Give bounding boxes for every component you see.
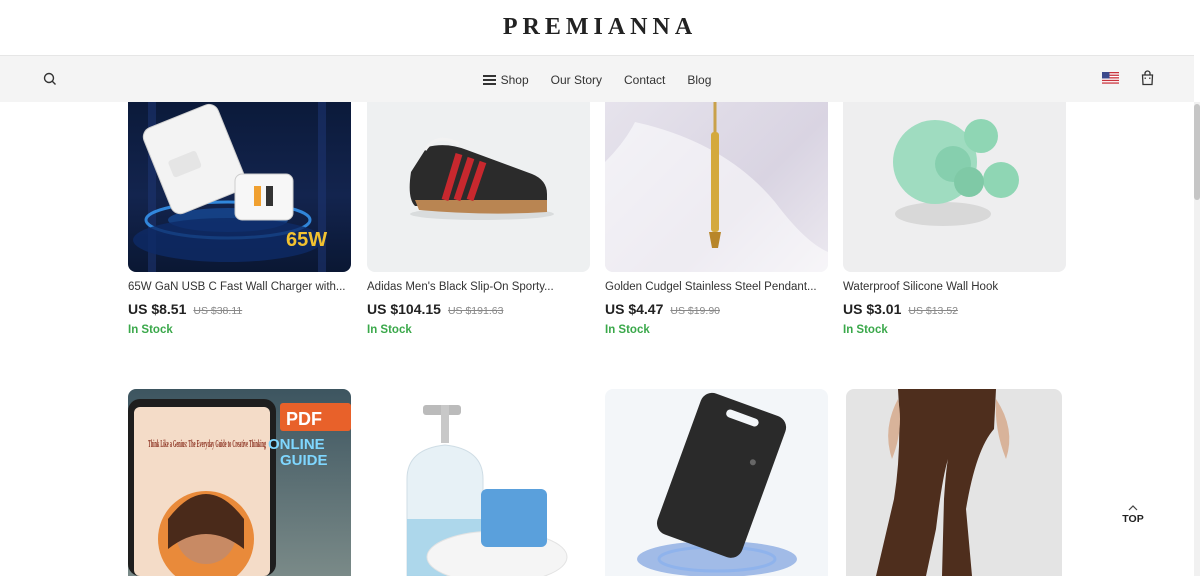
product-name[interactable]: Adidas Men's Black Slip-On Sporty... — [367, 281, 590, 293]
charger-65w-badge: 65W — [286, 229, 327, 251]
nav-our-story-label: Our Story — [550, 72, 602, 87]
ebook-badge-pdf: PDF — [286, 409, 322, 429]
nav-shop-label: Shop — [500, 72, 529, 87]
price-row: US $3.01 US $13.52 — [843, 301, 1066, 317]
product-name[interactable]: Waterproof Silicone Wall Hook — [843, 281, 1066, 293]
product-card[interactable] — [846, 389, 1062, 576]
nav-blog[interactable]: Blog — [687, 73, 711, 87]
product-price: US $4.47 — [605, 301, 664, 317]
menu-icon — [482, 74, 496, 85]
main-nav: Shop Our Story Contact Blog — [0, 55, 1194, 102]
product-price: US $104.15 — [367, 301, 441, 317]
product-card[interactable]: Golden Cudgel Stainless Steel Pendant...… — [605, 102, 828, 336]
scrollbar-thumb[interactable] — [1194, 104, 1200, 200]
stock-status: In Stock — [128, 324, 173, 336]
product-price: US $3.01 — [843, 301, 902, 317]
product-old-price: US $38.11 — [193, 305, 243, 317]
product-image-wall-hook[interactable] — [843, 102, 1066, 272]
stock-status: In Stock — [843, 324, 888, 336]
product-image-ebook[interactable]: PDF ONLINE GUIDE Think Like a Genius: Th… — [128, 389, 351, 576]
price-row: US $4.47 US $19.90 — [605, 301, 828, 317]
nav-shop[interactable]: Shop — [482, 72, 529, 87]
product-card[interactable] — [605, 389, 828, 576]
product-name[interactable]: Golden Cudgel Stainless Steel Pendant... — [605, 281, 828, 293]
product-image-flare-pants[interactable] — [846, 389, 1062, 576]
nav-links: Shop Our Story Contact Blog — [0, 56, 1194, 103]
price-row: US $104.15 US $191.63 — [367, 301, 590, 317]
us-flag-icon[interactable] — [1102, 72, 1119, 84]
product-card[interactable]: PDF ONLINE GUIDE Think Like a Genius: Th… — [128, 389, 351, 576]
back-to-top-label: TOP — [1122, 513, 1144, 525]
product-card[interactable] — [367, 389, 590, 576]
stock-status: In Stock — [605, 324, 650, 336]
product-image-soap-dispenser[interactable] — [367, 389, 590, 576]
product-card[interactable]: Adidas Men's Black Slip-On Sporty... US … — [367, 102, 590, 336]
nav-contact-label: Contact — [624, 72, 666, 87]
product-image-pendant[interactable] — [605, 102, 828, 272]
chevron-up-icon — [1128, 505, 1138, 511]
product-name[interactable]: 65W GaN USB C Fast Wall Charger with... — [128, 281, 351, 293]
nav-contact[interactable]: Contact — [624, 73, 665, 87]
nav-our-story[interactable]: Our Story — [551, 73, 602, 87]
ebook-badge-guide: GUIDE — [280, 452, 328, 469]
stock-status: In Stock — [367, 324, 412, 336]
price-row: US $8.51 US $38.11 — [128, 301, 351, 317]
product-image-sneaker[interactable] — [367, 102, 590, 272]
product-old-price: US $19.90 — [670, 305, 720, 317]
shopping-bag-icon[interactable] — [1140, 70, 1155, 86]
product-old-price: US $13.52 — [908, 305, 958, 317]
brand-header: PREMIANNA — [0, 0, 1200, 55]
product-image-charger[interactable]: 65W — [128, 102, 351, 272]
ebook-title-text: Think Like a Genius: The Everyday Guide … — [148, 438, 266, 450]
product-image-card-tracker[interactable] — [605, 389, 828, 576]
product-price: US $8.51 — [128, 301, 187, 317]
brand-logo[interactable]: PREMIANNA — [503, 14, 697, 41]
nav-blog-label: Blog — [687, 72, 712, 87]
product-old-price: US $191.63 — [447, 305, 504, 317]
product-card[interactable]: Waterproof Silicone Wall Hook US $3.01 U… — [843, 102, 1066, 336]
ebook-badge-online: ONLINE — [268, 436, 325, 453]
product-card[interactable]: 65W 65W GaN USB C Fast Wall Charger with… — [128, 102, 351, 336]
back-to-top-button[interactable]: TOP — [1118, 505, 1148, 525]
